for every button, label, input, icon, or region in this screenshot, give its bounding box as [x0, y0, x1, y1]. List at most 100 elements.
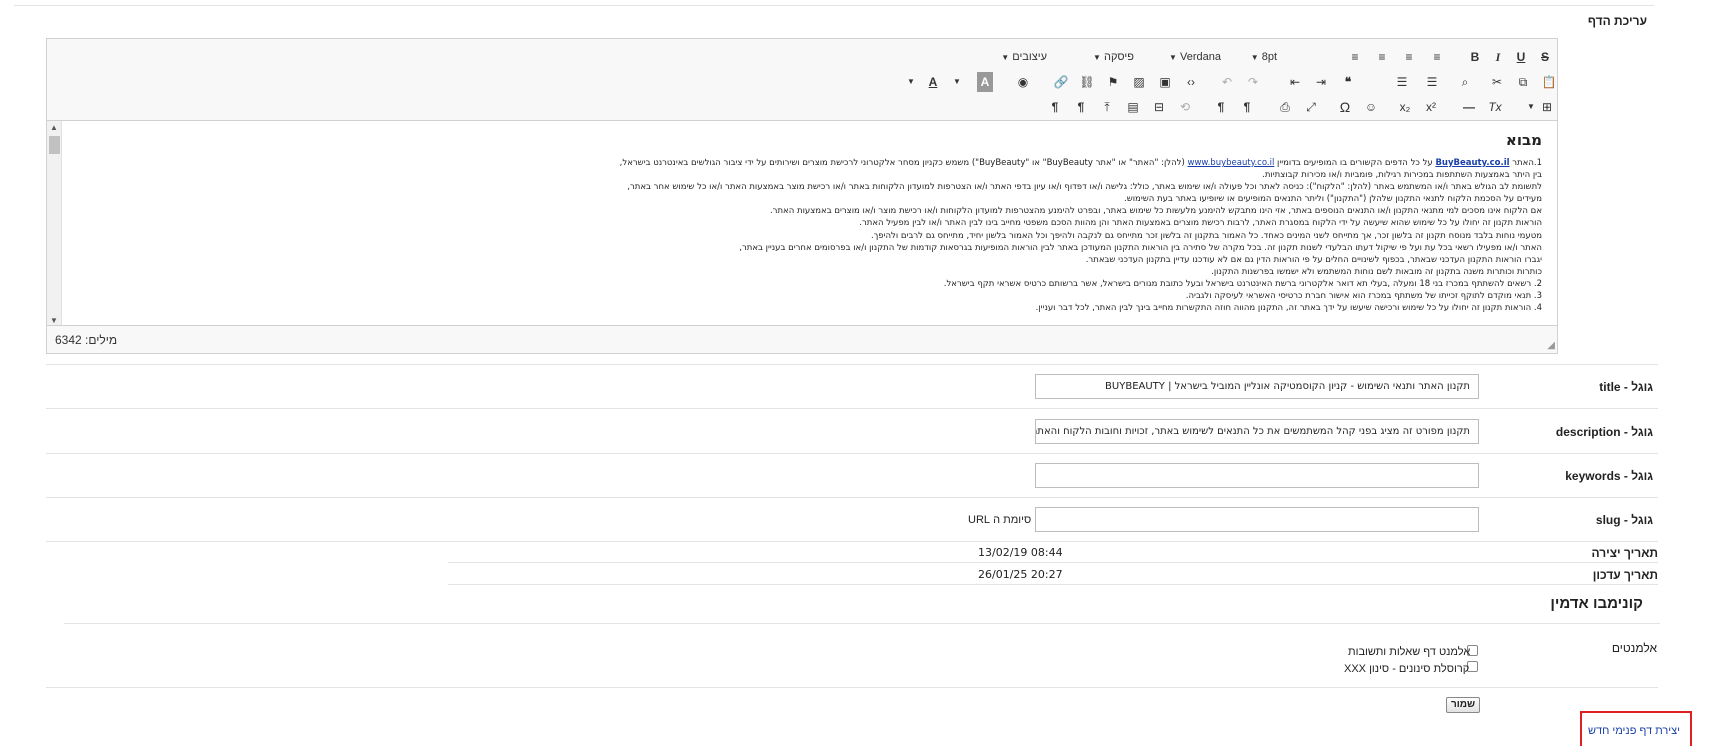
document-line: אם הלקוח אינו מסכים למי מתנאי התקנון ו/א… — [769, 206, 1542, 217]
google-slug-input[interactable] — [1035, 507, 1479, 532]
show-blocks-icon[interactable]: ¶ — [1045, 97, 1065, 117]
google-keywords-input[interactable] — [1035, 463, 1479, 488]
row-divider — [448, 562, 1658, 563]
chevron-down-icon[interactable]: ▼ — [1521, 97, 1541, 117]
find-icon[interactable]: ⌕ — [1455, 72, 1475, 92]
source-code-icon[interactable]: ‹› — [1181, 72, 1201, 92]
updated-date-label: תאריך עדכון — [1592, 568, 1658, 582]
bold-button[interactable]: B — [1465, 47, 1485, 67]
created-date-label: תאריך יצירה — [1591, 546, 1658, 560]
font-family-select[interactable]: Verdana ▼ — [1141, 47, 1221, 67]
strikethrough-button[interactable]: S — [1535, 47, 1555, 67]
horizontal-line-icon[interactable]: — — [1459, 97, 1479, 117]
rich-text-editor[interactable]: S U I B ≡ ≡ ≡ ≡ 8pt ▼ Verdana ▼ פיסקה ▼ … — [46, 38, 1558, 354]
link-icon[interactable]: 🔗 — [1051, 72, 1071, 92]
align-right-icon[interactable]: ≡ — [1399, 47, 1419, 67]
line-text: (להלן: "האתר" או "אתר BuyBeauty" או "Buy… — [619, 158, 1188, 168]
create-inner-page-link[interactable]: יצירת דף פנימי חדש — [1588, 725, 1680, 737]
subscript-icon[interactable]: x₂ — [1395, 97, 1415, 117]
bulleted-list-icon[interactable]: ☰ — [1392, 72, 1412, 92]
clear-format-icon[interactable]: Tx — [1485, 97, 1505, 117]
rtl-icon[interactable]: ¶ — [1237, 97, 1257, 117]
restore-draft-icon[interactable]: ⟲ — [1175, 97, 1195, 117]
numbered-list-icon[interactable]: ☰ — [1422, 72, 1442, 92]
styles-select[interactable]: עיצובים ▼ — [997, 47, 1047, 67]
row-divider — [46, 687, 1658, 688]
document-line: לתשומת לב הגולש באתר ו/או המשתמש באתר (ל… — [627, 182, 1542, 193]
align-center-icon[interactable]: ≡ — [1372, 47, 1392, 67]
print-icon[interactable]: ⎙ — [1275, 97, 1295, 117]
blockquote-icon[interactable]: ❝ — [1338, 72, 1358, 92]
redo-icon[interactable]: ↷ — [1243, 72, 1263, 92]
document-line: 1.האתר BuyBeauty.co.il על כל הדפים הקשור… — [87, 157, 1542, 169]
background-color-icon[interactable]: A — [977, 72, 993, 92]
outdent-icon[interactable]: ⇤ — [1285, 72, 1305, 92]
element-faq-label: אלמנט דף שאלות ותשובות — [1348, 646, 1471, 658]
document-body: מבוא 1.האתר BuyBeauty.co.il על כל הדפים … — [87, 131, 1542, 314]
cut-icon[interactable]: ✂ — [1487, 72, 1507, 92]
elements-label: אלמנטים — [1611, 641, 1657, 655]
align-left-icon[interactable]: ≡ — [1345, 47, 1365, 67]
line-text: 1.האתר — [1509, 158, 1542, 168]
google-slug-label: גוגל - slug — [1595, 513, 1653, 527]
indent-icon[interactable]: ⇥ — [1311, 72, 1331, 92]
text-color-icon[interactable]: A — [923, 72, 943, 92]
scroll-down-icon[interactable]: ▼ — [50, 316, 58, 325]
updated-date-value: 26/01/25 20:27 — [978, 568, 1063, 581]
font-size-select[interactable]: 8pt ▼ — [1237, 47, 1277, 67]
paste-icon[interactable]: 📋 — [1539, 72, 1559, 92]
unlink-icon[interactable]: ⛓ — [1077, 72, 1097, 92]
template-icon[interactable]: ▤ — [1123, 97, 1143, 117]
resize-handle-icon[interactable]: ◢ — [1547, 340, 1555, 351]
created-date-value: 13/02/19 08:44 — [978, 546, 1063, 559]
document-line: האתר ו/או מפעילו רשאי בכל עת ועל פי שיקו… — [739, 242, 1542, 253]
line-text: על כל הדפים הקשורים בו המופיעים בדומיין — [1274, 158, 1436, 168]
media-icon[interactable]: ▣ — [1155, 72, 1175, 92]
create-page-link-highlight[interactable]: יצירת דף פנימי חדש — [1580, 711, 1692, 746]
document-line: 3. תנאי מוקדם לתוקף זכייתו של משתתף במכר… — [1185, 291, 1542, 302]
chevron-down-icon[interactable]: ▼ — [901, 72, 921, 92]
save-button[interactable]: שמור — [1446, 697, 1480, 713]
ltr-icon[interactable]: ¶ — [1211, 97, 1231, 117]
domain-link[interactable]: www.buybeauty.co.il — [1188, 158, 1275, 168]
superscript-icon[interactable]: x² — [1421, 97, 1441, 117]
edit-page-label: עריכת הדף — [1587, 14, 1647, 28]
google-title-input[interactable]: תקנון האתר ותנאי השימוש - קניון הקוסמטיק… — [1035, 374, 1479, 399]
undo-icon[interactable]: ↶ — [1217, 72, 1237, 92]
chevron-down-icon[interactable]: ▼ — [947, 72, 967, 92]
word-count: מילים: 6342 — [55, 333, 118, 347]
paragraph-format-value: פיסקה — [1103, 51, 1134, 63]
element-carousel-label: קרוסלת סינונים - סינון XXX — [1344, 663, 1470, 675]
editor-content-area[interactable]: ▲ ▼ מבוא 1.האתר BuyBeauty.co.il על כל הד… — [47, 121, 1557, 327]
page-break-icon[interactable]: ⊟ — [1149, 97, 1169, 117]
special-char-icon[interactable]: Ω — [1335, 97, 1355, 117]
google-description-input[interactable]: תקנון מפורט זה מציג בפני קהל המשתמשים את… — [1035, 419, 1479, 444]
document-line: כותרות וכותרות משנה בתקנון זה מובאות לשם… — [1211, 266, 1542, 277]
fullscreen-icon[interactable]: ⤢ — [1301, 97, 1321, 117]
document-line: 2. רשאים להשתתף במכרז בני 18 ומעלה ,בעלי… — [943, 278, 1542, 289]
align-justify-icon[interactable]: ≡ — [1427, 47, 1447, 67]
editor-scrollbar[interactable]: ▲ ▼ — [47, 121, 62, 327]
styles-value: עיצובים — [1012, 51, 1047, 63]
site-link[interactable]: BuyBeauty.co.il — [1435, 158, 1509, 168]
row-divider — [64, 623, 1660, 624]
paragraph-mark-icon[interactable]: ¶ — [1071, 97, 1091, 117]
bookmark-icon[interactable]: ⚑ — [1103, 72, 1123, 92]
paragraph-format-select[interactable]: פיסקה ▼ — [1054, 47, 1134, 67]
url-suffix-hint: סיומת ה URL — [968, 514, 1032, 526]
preview-icon[interactable]: ◉ — [1013, 72, 1033, 92]
document-line: הוראות תקנון זה יחולו על כל שימוש שהוא ש… — [859, 218, 1542, 229]
font-size-value: 8pt — [1261, 51, 1277, 63]
copy-icon[interactable]: ⧉ — [1513, 72, 1533, 92]
image-icon[interactable]: ▨ — [1129, 72, 1149, 92]
document-line: 4. הוראות תקנון זה יחולו על כל שימוש ורכ… — [1035, 303, 1542, 314]
underline-button[interactable]: U — [1511, 47, 1531, 67]
emoticon-icon[interactable]: ☺ — [1361, 97, 1381, 117]
row-divider — [46, 497, 1658, 498]
upload-icon[interactable]: ⤒ — [1097, 97, 1117, 117]
italic-button[interactable]: I — [1488, 47, 1508, 67]
google-title-label: גוגל - title — [1599, 380, 1653, 394]
scroll-thumb[interactable] — [49, 136, 60, 154]
scroll-up-icon[interactable]: ▲ — [50, 123, 58, 132]
google-keywords-label: גוגל - keywords — [1565, 469, 1653, 483]
